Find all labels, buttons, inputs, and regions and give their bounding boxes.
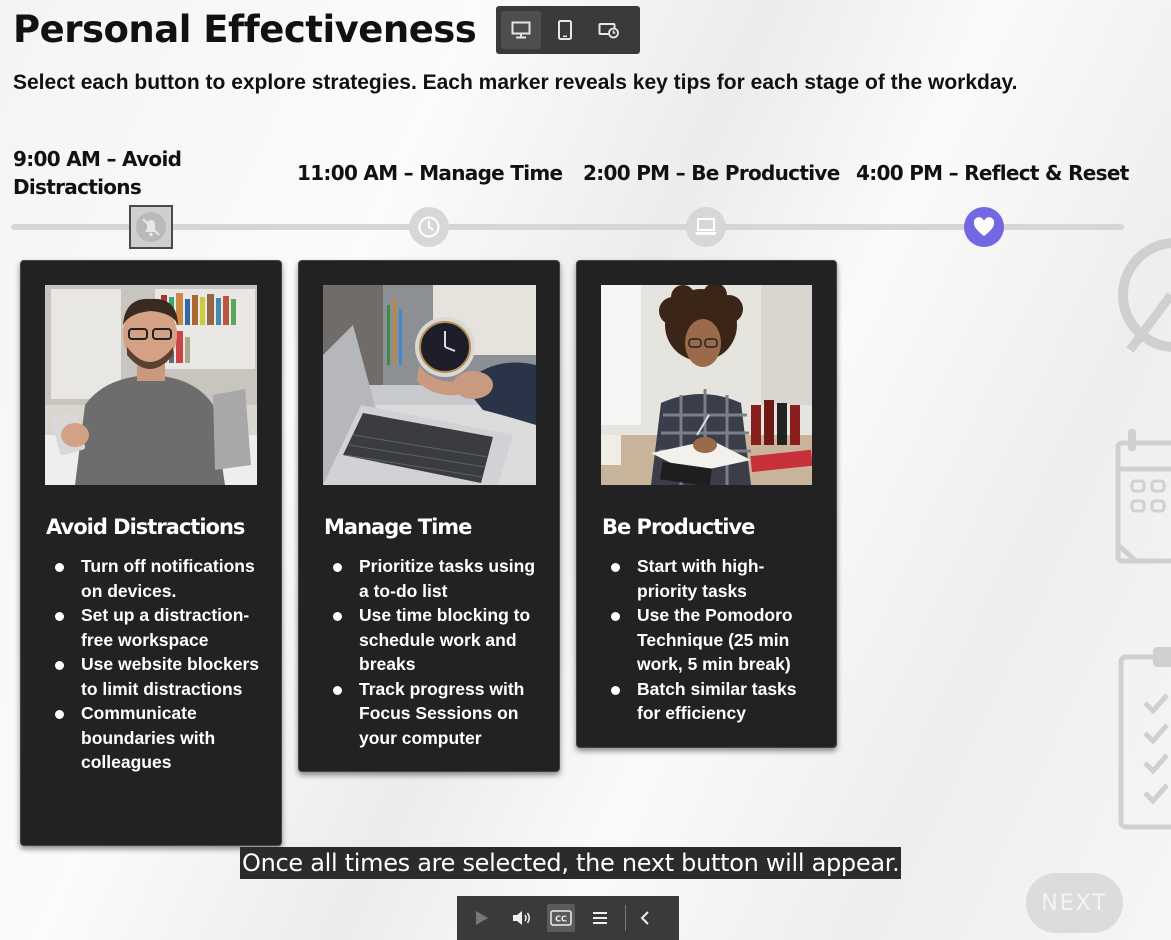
list-item: Use the Pomodoro Technique (25 min work,… xyxy=(611,603,817,677)
card-photo-laptop-clock xyxy=(323,285,536,485)
card-be-productive: Be Productive Start with high-priority t… xyxy=(576,260,837,748)
rotate-device-icon xyxy=(598,23,619,39)
clock-icon xyxy=(418,216,440,238)
card-heading: Manage Time xyxy=(324,515,472,539)
timeline-label-2pm: 2:00 PM – Be Productive xyxy=(583,161,840,185)
card-photo-woman-writing xyxy=(601,285,812,485)
timeline-label-4pm: 4:00 PM – Reflect & Reset xyxy=(856,161,1129,185)
list-item: Use time blocking to schedule work and b… xyxy=(333,603,539,677)
tablet-view-button[interactable] xyxy=(545,11,585,49)
timeline-marker-11am[interactable] xyxy=(409,207,449,247)
page-title: Personal Effectiveness xyxy=(13,8,477,51)
card-tips-list: Prioritize tasks using a to-do list Use … xyxy=(333,554,539,750)
card-avoid-distractions: Avoid Distractions Turn off notification… xyxy=(20,260,282,846)
chevron-left-icon xyxy=(640,911,649,925)
closed-caption-text: Once all times are selected, the next bu… xyxy=(240,847,902,879)
play-button[interactable] xyxy=(466,904,498,932)
card-manage-time: Manage Time Prioritize tasks using a to-… xyxy=(298,260,560,772)
card-heading: Avoid Distractions xyxy=(46,515,245,539)
list-item: Set up a distraction-free workspace xyxy=(55,603,261,652)
card-tips-list: Turn off notifications on devices. Set u… xyxy=(55,554,261,775)
timeline-marker-9am[interactable] xyxy=(129,205,173,249)
list-item: Use website blockers to limit distractio… xyxy=(55,652,261,701)
list-item: Turn off notifications on devices. xyxy=(55,554,261,603)
closed-captions-button[interactable]: CC xyxy=(547,904,576,932)
card-photo-man-reading xyxy=(45,285,257,485)
list-item: Track progress with Focus Sessions on yo… xyxy=(333,677,539,751)
menu-icon xyxy=(592,912,607,924)
decorative-checklist-icon xyxy=(1118,647,1171,830)
instructions: Select each button to explore strategies… xyxy=(13,71,1018,94)
player-controls: CC xyxy=(457,896,679,940)
timeline-track xyxy=(11,224,1124,230)
card-tips-list: Start with high-priority tasks Use the P… xyxy=(611,554,817,726)
next-button[interactable]: NEXT xyxy=(1026,873,1123,933)
laptop-icon xyxy=(695,218,717,235)
menu-button[interactable] xyxy=(584,904,616,932)
rotate-view-button[interactable] xyxy=(589,11,629,49)
card-heading: Be Productive xyxy=(602,515,755,539)
play-icon xyxy=(475,911,488,925)
desktop-view-button[interactable] xyxy=(501,11,541,49)
list-item: Batch similar tasks for efficiency xyxy=(611,677,817,726)
cc-label: CC xyxy=(555,915,567,924)
closed-captions-icon: CC xyxy=(550,910,572,926)
timeline-marker-4pm[interactable] xyxy=(964,207,1004,247)
heart-icon xyxy=(973,217,995,236)
volume-button[interactable] xyxy=(507,904,539,932)
notifications-off-icon xyxy=(136,212,166,242)
decorative-notifications-off-icon xyxy=(1118,238,1171,353)
timeline-label-11am: 11:00 AM – Manage Time xyxy=(297,161,563,185)
timeline-label-9am: 9:00 AM – Avoid Distractions xyxy=(13,147,182,199)
list-item: Start with high-priority tasks xyxy=(611,554,817,603)
desktop-icon xyxy=(511,21,531,39)
control-divider xyxy=(624,905,626,931)
view-switcher xyxy=(496,6,640,54)
volume-icon xyxy=(513,911,531,925)
timeline-marker-2pm[interactable] xyxy=(686,207,726,247)
list-item: Prioritize tasks using a to-do list xyxy=(333,554,539,603)
list-item: Communicate boundaries with colleagues xyxy=(55,701,261,775)
tablet-icon xyxy=(558,20,572,40)
decorative-calendar-icon xyxy=(1115,429,1171,564)
collapse-controls-button[interactable] xyxy=(629,904,661,932)
